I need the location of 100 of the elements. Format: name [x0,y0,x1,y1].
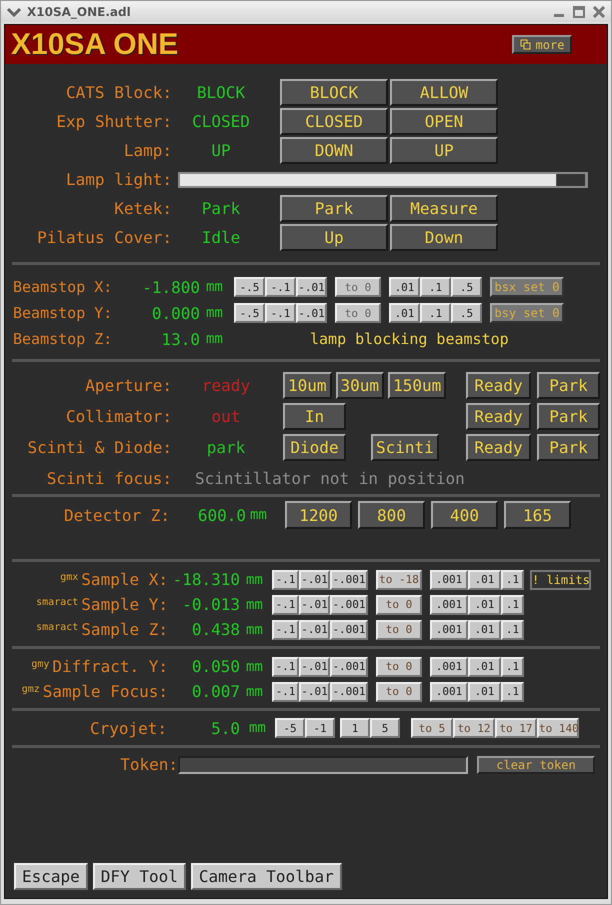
step-button[interactable]: .1 [501,682,524,702]
step-button[interactable]: -.1 [272,656,299,676]
field-label: Detector Z: [63,506,170,524]
command-button[interactable]: DOWN [280,137,388,164]
position-button[interactable]: Diode [283,434,346,461]
clear-token-button[interactable]: clear token [477,756,595,774]
more-button[interactable]: more [512,35,572,54]
navigation-button[interactable]: Escape [14,863,88,890]
motor-prefix: smaract [36,597,78,608]
window-menu-icon[interactable] [7,6,21,16]
step-button[interactable]: .001 [430,620,468,640]
position-button[interactable]: In [283,403,346,430]
navigation-button[interactable]: DFY Tool [92,863,186,890]
preset-button[interactable]: 400 [431,501,498,529]
step-button[interactable]: 1 [340,718,370,738]
preset-button[interactable]: to 17 [495,718,537,738]
step-button[interactable]: -1 [305,718,335,738]
park-button[interactable]: Park [537,403,600,430]
status-value: Park [200,199,242,218]
lamp-light-slider[interactable] [178,172,588,188]
motor-prefix: smaract [36,622,78,633]
move-to-button[interactable]: to -18 [376,570,422,590]
step-button[interactable]: .001 [430,682,468,702]
step-button[interactable]: .1 [420,277,451,297]
step-button[interactable]: -.1 [272,682,299,702]
move-to-button[interactable]: to 0 [376,656,422,676]
step-button[interactable]: .1 [501,570,524,590]
step-button[interactable]: -.01 [299,656,330,676]
preset-button[interactable]: to 5 [411,718,453,738]
command-button[interactable]: ALLOW [390,79,498,106]
step-button[interactable]: -.1 [265,303,296,323]
step-button[interactable]: .5 [451,277,482,297]
preset-button[interactable]: to 140 [537,718,579,738]
step-button[interactable]: .5 [451,303,482,323]
ready-button[interactable]: Ready [466,372,531,399]
step-button[interactable]: .01 [468,570,501,590]
step-button[interactable]: -.1 [272,594,299,614]
slider-thumb[interactable] [556,174,586,186]
step-button[interactable]: .01 [389,277,420,297]
command-button[interactable]: Down [390,224,498,251]
step-button[interactable]: -.5 [234,277,265,297]
ready-button[interactable]: Ready [466,403,531,430]
step-button[interactable]: -.001 [330,570,368,590]
step-button[interactable]: 5 [370,718,400,738]
step-button[interactable]: -.01 [299,682,330,702]
move-to-button[interactable]: to 0 [376,620,422,640]
step-button[interactable]: -.001 [330,594,368,614]
step-button[interactable]: .01 [389,303,420,323]
command-button[interactable]: CLOSED [280,108,388,135]
step-button[interactable]: .01 [468,594,501,614]
park-button[interactable]: Park [537,434,600,461]
step-button[interactable]: .01 [468,656,501,676]
step-button[interactable]: -.5 [234,303,265,323]
step-button[interactable]: -.001 [330,682,368,702]
preset-button[interactable]: to 12 [453,718,495,738]
position-button[interactable]: 30um [336,372,384,399]
step-button[interactable]: .1 [501,594,524,614]
close-icon[interactable] [593,6,605,18]
command-button[interactable]: Up [280,224,388,251]
step-button[interactable]: -.001 [330,656,368,676]
step-button[interactable]: .1 [501,620,524,640]
limits-button[interactable]: ! limits [530,570,591,590]
preset-button[interactable]: 165 [504,501,571,529]
token-field[interactable] [178,756,468,774]
step-button[interactable]: .01 [468,620,501,640]
navigation-button[interactable]: Camera Toolbar [190,863,342,890]
step-button[interactable]: -.1 [272,620,299,640]
park-button[interactable]: Park [537,372,600,399]
ready-button[interactable]: Ready [466,434,531,461]
preset-button[interactable]: 1200 [285,501,352,529]
move-to-button[interactable]: to 0 [376,682,422,702]
step-button[interactable]: .001 [430,594,468,614]
command-button[interactable]: Park [280,195,388,222]
step-button[interactable]: -.01 [299,620,330,640]
preset-button[interactable]: 800 [358,501,425,529]
step-button[interactable]: .1 [420,303,451,323]
field-label: Beamstop Z: [12,330,114,348]
position-button[interactable]: 150um [388,372,446,399]
position-button[interactable]: 10um [283,372,332,399]
windows-icon [520,39,532,50]
command-button[interactable]: BLOCK [280,79,388,106]
step-button[interactable]: -.01 [299,594,330,614]
command-button[interactable]: Measure [390,195,498,222]
step-button[interactable]: -.001 [330,620,368,640]
step-button[interactable]: .1 [501,656,524,676]
move-to-button[interactable]: to 0 [376,594,422,614]
position-button[interactable]: Scinti [371,434,439,461]
step-button[interactable]: -.1 [272,570,299,590]
step-button[interactable]: -5 [275,718,305,738]
step-button[interactable]: .001 [430,570,468,590]
command-button[interactable]: OPEN [390,108,498,135]
step-button[interactable]: -.01 [296,277,327,297]
command-button[interactable]: UP [390,137,498,164]
field-label: CATS Block: [65,83,172,102]
step-button[interactable]: .001 [430,656,468,676]
step-button[interactable]: -.01 [299,570,330,590]
step-button[interactable]: -.1 [265,277,296,297]
step-button[interactable]: -.01 [296,303,327,323]
maximize-icon[interactable] [573,6,585,18]
step-button[interactable]: .01 [468,682,501,702]
